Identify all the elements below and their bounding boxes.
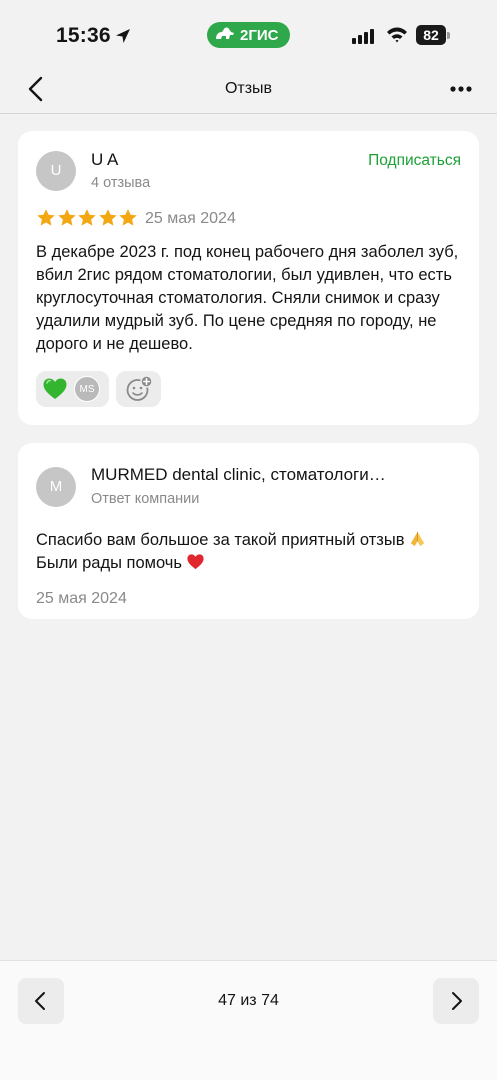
cellular-signal-icon: [352, 29, 374, 44]
review-pager: 47 из 74: [0, 960, 497, 1080]
star-icon: [119, 209, 137, 226]
dog-logo-icon: [216, 27, 234, 39]
reply-line-1: Спасибо вам большое за такой приятный от…: [36, 529, 466, 552]
star-icon: [37, 209, 55, 226]
subscribe-button[interactable]: Подписаться: [368, 152, 461, 170]
more-options-icon[interactable]: [446, 79, 476, 99]
pager-position: 47 из 74: [218, 992, 279, 1009]
reply-text: Спасибо вам большое за такой приятный от…: [36, 529, 466, 575]
reply-line-1-text: Спасибо вам большое за такой приятный от…: [36, 531, 405, 549]
company-name[interactable]: MURMED dental clinic, стоматологи…: [91, 465, 386, 485]
review-card: U U A 4 отзыва Подписаться 25 мая 2024 В…: [18, 131, 479, 425]
page-title: Отзыв: [224, 80, 273, 97]
reply-date: 25 мая 2024: [36, 590, 127, 607]
reply-line-2-text: Были рады помочь: [36, 554, 183, 572]
nav-bar: Отзыв: [0, 64, 497, 114]
reviewer-name[interactable]: U A: [91, 150, 118, 170]
company-reply-label: Ответ компании: [91, 491, 200, 507]
company-avatar[interactable]: M: [36, 467, 76, 507]
location-arrow-icon: [116, 29, 130, 43]
chevron-right-icon: [452, 992, 462, 1010]
star-icon: [78, 209, 96, 226]
wifi-icon: [387, 27, 407, 43]
next-review-button[interactable]: [433, 978, 479, 1024]
add-reaction-button[interactable]: [116, 371, 161, 407]
review-text: В декабре 2023 г. под конец рабочего дня…: [36, 243, 459, 353]
add-reaction-icon: [126, 375, 153, 401]
red-heart-icon: [187, 554, 204, 570]
reaction-chip[interactable]: MS: [36, 371, 109, 407]
reactor-avatar: MS: [74, 376, 100, 402]
star-icon: [98, 209, 117, 226]
review-date: 25 мая 2024: [145, 210, 236, 227]
status-time: 15:36: [56, 24, 111, 47]
green-heart-icon: [43, 378, 67, 399]
reviewer-avatar[interactable]: U: [36, 151, 76, 191]
folded-hands-icon: [411, 531, 425, 547]
app-brand-badge: 2ГИС: [207, 22, 290, 48]
reply-line-2: Были рады помочь: [36, 552, 466, 575]
brand-label: 2ГИС: [240, 26, 279, 44]
reviewer-review-count: 4 отзыва: [91, 175, 151, 191]
star-icon: [57, 209, 76, 226]
status-bar: 15:36 2ГИС 82: [0, 0, 497, 64]
rating-stars: [36, 208, 139, 228]
battery-tip: [447, 32, 450, 39]
battery-indicator: 82: [416, 25, 446, 45]
company-reply-card: M MURMED dental clinic, стоматологи… Отв…: [18, 443, 479, 619]
